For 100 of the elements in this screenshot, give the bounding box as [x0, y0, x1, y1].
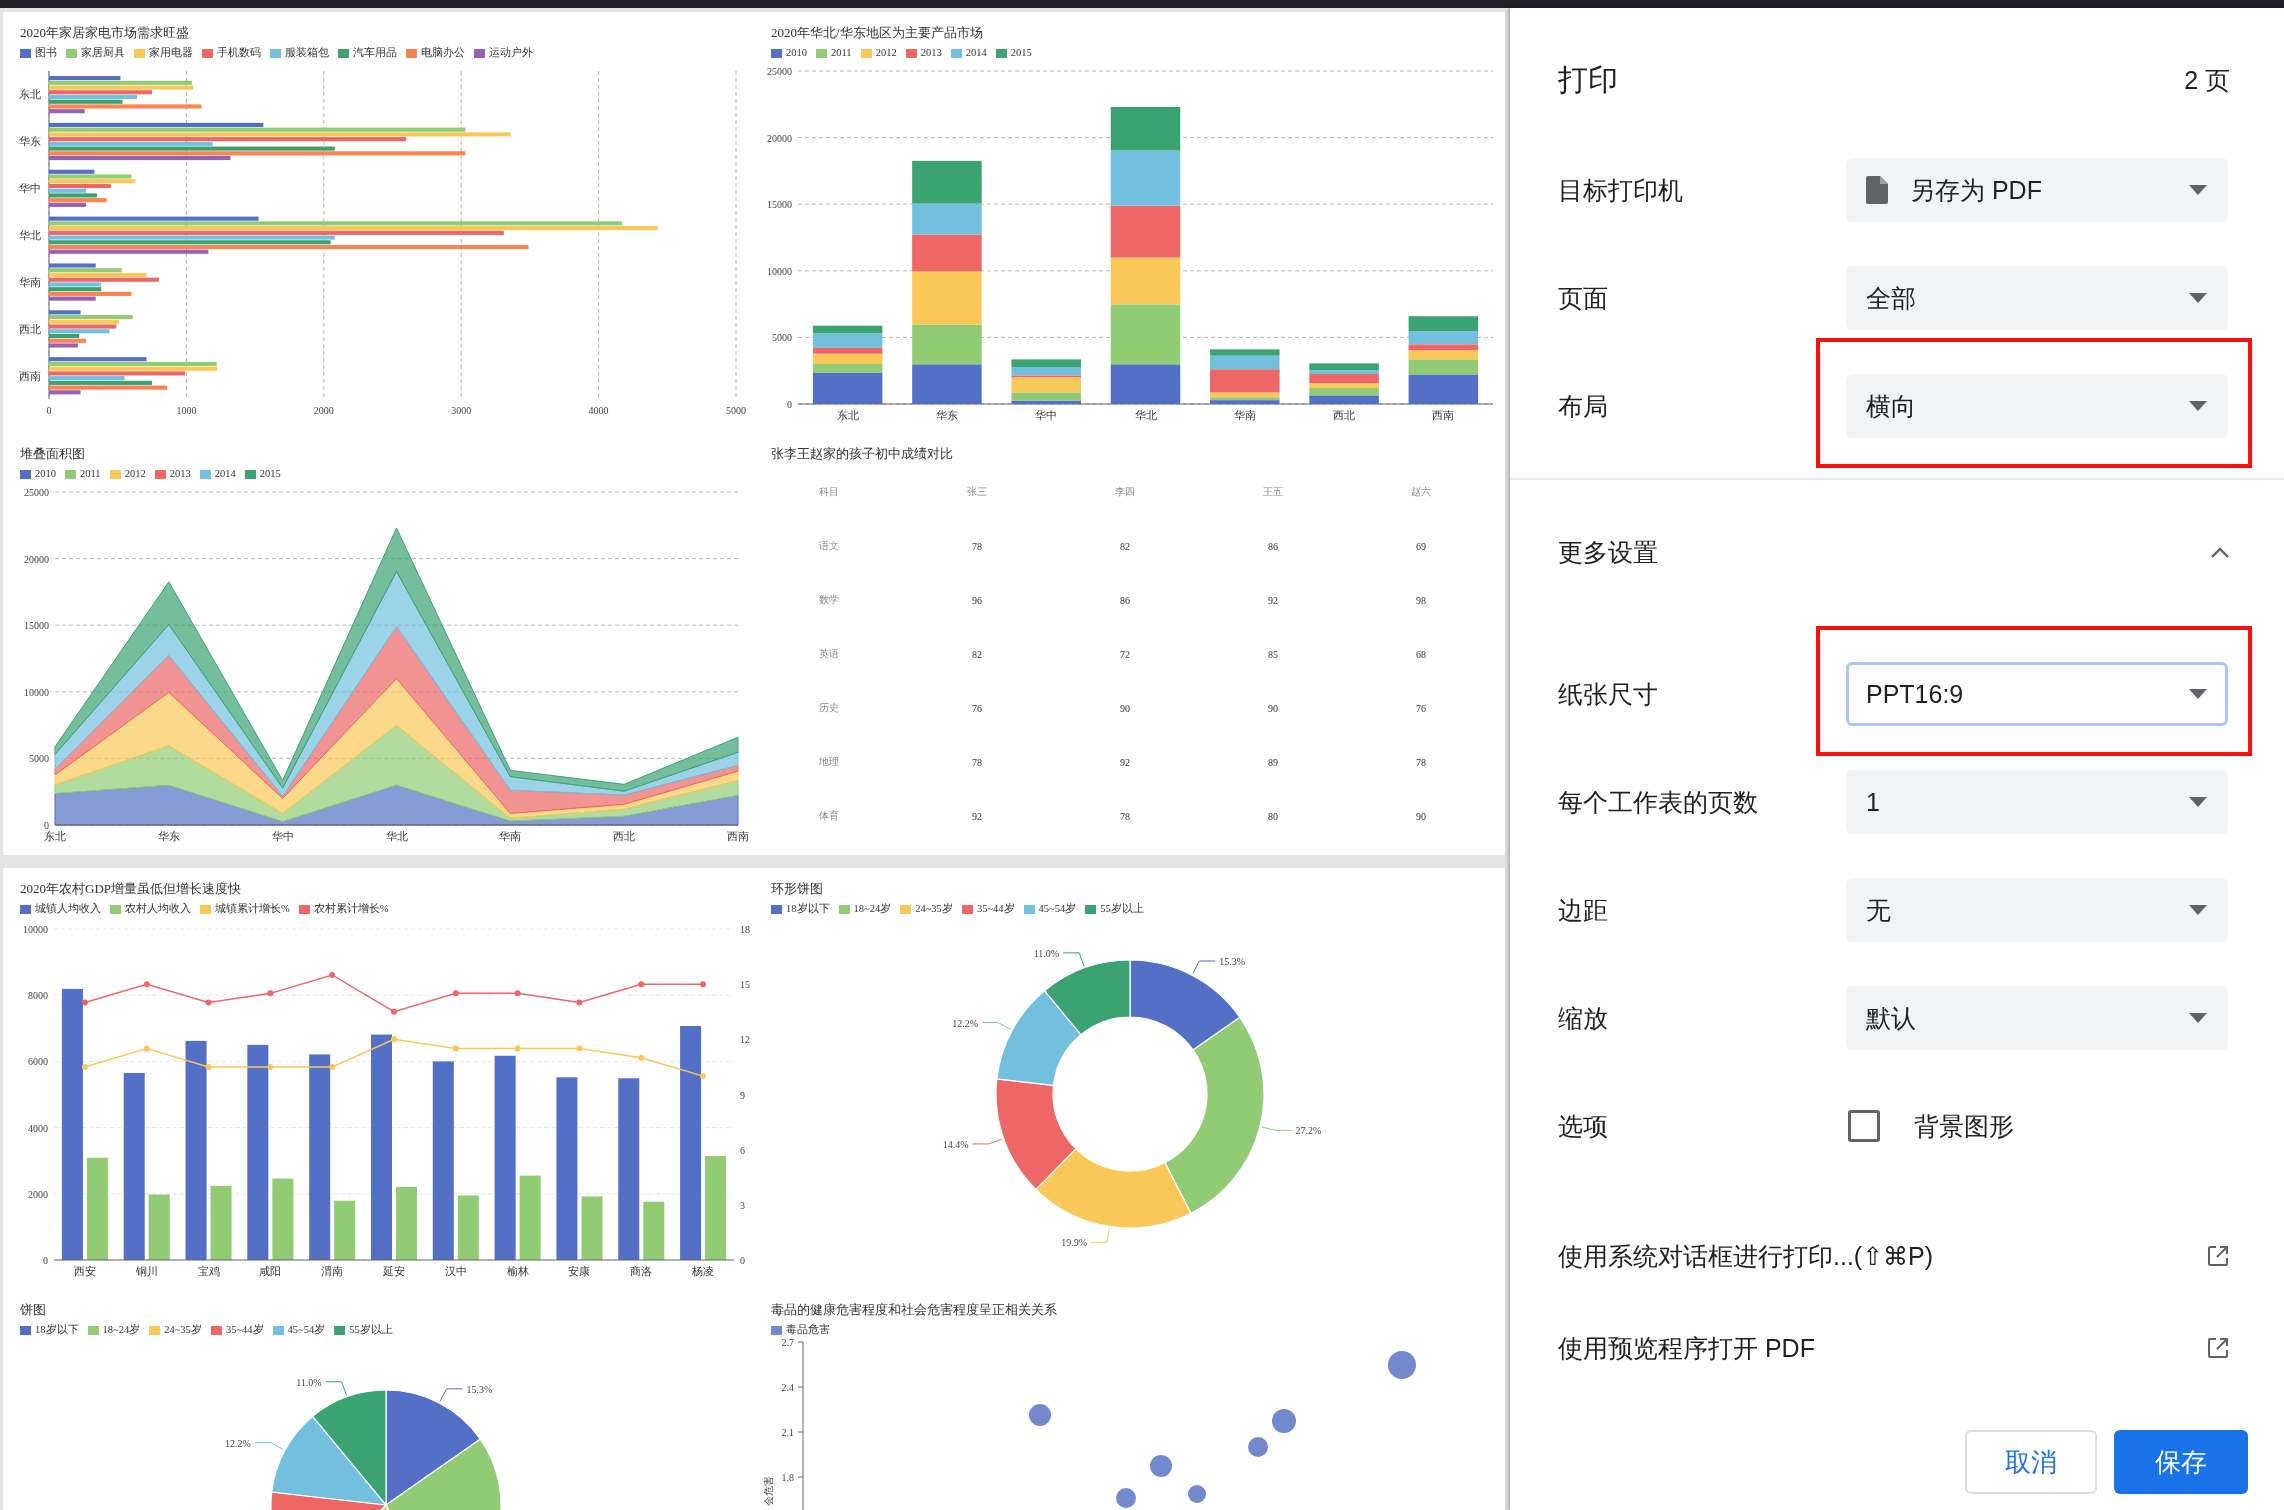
table-cell: 86 [1120, 594, 1130, 606]
category-label: 华南 [1233, 409, 1256, 421]
category-label: 华中 [19, 182, 41, 195]
legend-label: 55岁以上 [1100, 902, 1144, 916]
legend-label: 农村累计增长% [313, 902, 389, 916]
legend-label: 35~44岁 [976, 902, 1015, 916]
value-label: 11.0% [296, 1376, 322, 1388]
legend-label: 电脑办公 [421, 46, 465, 60]
table-cell: 89 [1268, 756, 1278, 768]
legend-label: 2012 [875, 46, 897, 60]
category-label: 安康 [568, 1265, 591, 1277]
table-cell: 90 [1416, 810, 1426, 822]
category-label: 西北 [613, 830, 636, 842]
legend-label: 18~24岁 [102, 1323, 141, 1337]
tick-label: 5000 [772, 332, 792, 344]
setting-label: 纸张尺寸 [1558, 678, 1659, 710]
tick-label: 2.4 [781, 1382, 794, 1393]
tick-label: 4000 [28, 1122, 48, 1134]
tick-label: 20000 [767, 132, 792, 144]
legend-label: 服装箱包 [285, 46, 329, 60]
checkbox-label[interactable]: 背景图形 [1914, 1109, 2014, 1143]
more-settings-toggle[interactable]: 更多设置 [1558, 528, 2230, 576]
save-button[interactable]: 保存 [2114, 1430, 2248, 1494]
category-label: 咸阳 [259, 1265, 282, 1277]
table-cell: 92 [1268, 594, 1278, 606]
column-header: 科目 [819, 485, 839, 499]
tick-label: 25000 [24, 487, 49, 498]
table-cell: 数学 [819, 593, 839, 607]
tick-label: 0 [46, 405, 52, 416]
cancel-button[interactable]: 取消 [1965, 1430, 2097, 1494]
dialog-title: 打印 [1558, 61, 1618, 98]
legend-label: 2015 [259, 467, 281, 481]
legend-label: 城镇累计增长% [215, 902, 290, 916]
category-label: 商洛 [630, 1265, 653, 1277]
table-cell: 90 [1120, 702, 1130, 714]
legend-label: 手机数码 [217, 45, 261, 60]
setting-label: 每个工作表的页数 [1558, 786, 1759, 818]
legend-label: 2011 [831, 46, 852, 60]
table-cell: 78 [972, 540, 982, 552]
legend-label: 18岁以下 [35, 1323, 79, 1337]
table-cell: 体育 [819, 809, 839, 823]
tick-label: 2000 [28, 1188, 48, 1200]
tick-label: 5000 [29, 753, 49, 765]
legend-label: 18~24岁 [853, 902, 892, 916]
value-label: 15.3% [1219, 956, 1246, 967]
setting-label: 选项 [1558, 1110, 1609, 1142]
category-label: 华东 [19, 135, 41, 148]
tick-label: 2000 [313, 405, 334, 416]
tick-label: 0 [740, 1255, 745, 1266]
dropdown[interactable]: 默认 [1846, 986, 2228, 1050]
table-cell: 英语 [819, 647, 839, 661]
legend-label: 运动户外 [489, 46, 533, 60]
category-label: 榆林 [506, 1265, 529, 1277]
dropdown[interactable]: 无 [1846, 878, 2228, 942]
legend-label: 家用电器 [149, 46, 193, 60]
category-label: 西北 [1333, 409, 1356, 421]
tick-label: 6000 [28, 1056, 48, 1068]
category-label: 杨凌 [692, 1265, 715, 1277]
table-cell: 68 [1416, 648, 1426, 660]
print-link[interactable]: 使用系统对话框进行打印...(⇧⌘P) [1558, 1210, 2230, 1302]
legend-label: 2013 [169, 467, 191, 481]
category-label: 延安 [383, 1265, 405, 1277]
table-cell: 78 [1416, 756, 1426, 768]
chart-title: 2020年农村GDP增量虽低但增长速度快 [19, 880, 242, 898]
chart-title: 毒品的健康危害程度和社会危害程度呈正相关关系 [770, 1301, 1058, 1319]
value-label: 11.0% [1033, 947, 1060, 959]
table-cell: 语文 [819, 539, 839, 553]
legend-label: 家居厨具 [81, 46, 125, 60]
chart-title: 堆叠面积图 [19, 445, 86, 463]
column-header: 李四 [1115, 485, 1135, 499]
dropdown[interactable]: 横向 [1846, 374, 2228, 438]
column-header: 王五 [1263, 485, 1283, 499]
value-label: 27.2% [1295, 1125, 1322, 1137]
column-header: 赵六 [1411, 485, 1431, 499]
dropdown[interactable]: PPT16:9 [1846, 662, 2228, 726]
category-label: 渭南 [321, 1265, 344, 1277]
category-label: 东北 [836, 409, 859, 421]
tick-label: 25000 [767, 66, 792, 77]
dropdown[interactable]: 全部 [1846, 266, 2228, 330]
table-cell: 76 [1416, 702, 1426, 714]
category-label: 华北 [385, 830, 408, 842]
legend-label: 2011 [80, 467, 101, 481]
table-cell: 72 [1120, 648, 1130, 660]
chart-title: 2020年华北/华东地区为主要产品市场 [770, 24, 984, 42]
tick-label: 1.8 [781, 1472, 794, 1483]
tick-label: 15 [740, 979, 750, 991]
legend-label: 2013 [920, 46, 942, 60]
value-label: 14.4% [942, 1138, 969, 1150]
tick-label: 18 [740, 924, 750, 935]
tick-label: 12 [740, 1034, 750, 1046]
tick-label: 6 [740, 1144, 745, 1156]
dropdown[interactable]: 另存为 PDF [1846, 158, 2228, 222]
print-link[interactable]: 使用预览程序打开 PDF [1558, 1302, 2230, 1394]
legend-label: 2015 [1010, 46, 1032, 60]
tick-label: 15000 [24, 620, 49, 632]
dropdown[interactable]: 1 [1846, 770, 2228, 834]
category-label: 华东 [935, 409, 958, 421]
tick-label: 0 [787, 399, 792, 410]
tick-label: 10000 [23, 924, 48, 935]
category-label: 西南 [727, 830, 749, 842]
